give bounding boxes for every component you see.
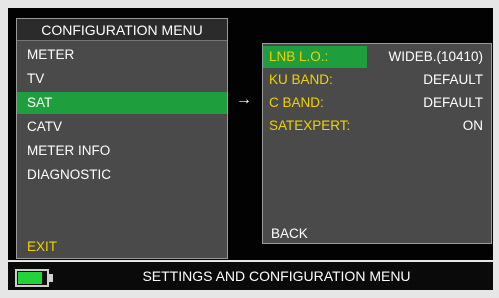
exit-button[interactable]: EXIT: [17, 236, 227, 258]
submenu-row-ku-band[interactable]: KU BAND: DEFAULT: [263, 69, 491, 91]
menu-item-tv[interactable]: TV: [17, 68, 227, 90]
submenu-row-satexpert[interactable]: SATEXPERT: ON: [263, 115, 491, 137]
sat-submenu-panel: LNB L.O.: WIDEB.(10410) KU BAND: DEFAULT…: [262, 43, 492, 244]
menu-item-meter-info[interactable]: METER INFO: [17, 140, 227, 162]
satexpert-label: SATEXPERT:: [269, 118, 351, 133]
submenu-row-c-band[interactable]: C BAND: DEFAULT: [263, 92, 491, 114]
c-band-value: DEFAULT: [423, 95, 483, 110]
menu-item-meter[interactable]: METER: [17, 44, 227, 66]
menu-item-sat[interactable]: SAT: [17, 92, 227, 114]
lnb-lo-value: WIDEB.(10410): [388, 49, 483, 64]
battery-fill: [18, 272, 42, 284]
status-text: SETTINGS AND CONFIGURATION MENU: [142, 268, 411, 284]
back-button[interactable]: BACK: [271, 223, 308, 245]
ku-band-label: KU BAND:: [269, 72, 333, 87]
right-arrow-icon: →: [236, 91, 252, 108]
lnb-lo-label: LNB L.O.:: [263, 46, 367, 68]
configuration-menu-panel: CONFIGURATION MENU METER TV SAT CATV MET…: [16, 18, 228, 259]
c-band-label: C BAND:: [269, 95, 324, 110]
battery-tip: [49, 274, 53, 282]
menu-item-catv[interactable]: CATV: [17, 116, 227, 138]
menu-item-diagnostic[interactable]: DIAGNOSTIC: [17, 164, 227, 186]
submenu-row-lnb-lo[interactable]: LNB L.O.: WIDEB.(10410): [263, 46, 491, 68]
satexpert-value: ON: [462, 118, 483, 133]
ku-band-value: DEFAULT: [423, 72, 483, 87]
menu-title: CONFIGURATION MENU: [17, 19, 227, 41]
battery-icon: [15, 269, 55, 287]
